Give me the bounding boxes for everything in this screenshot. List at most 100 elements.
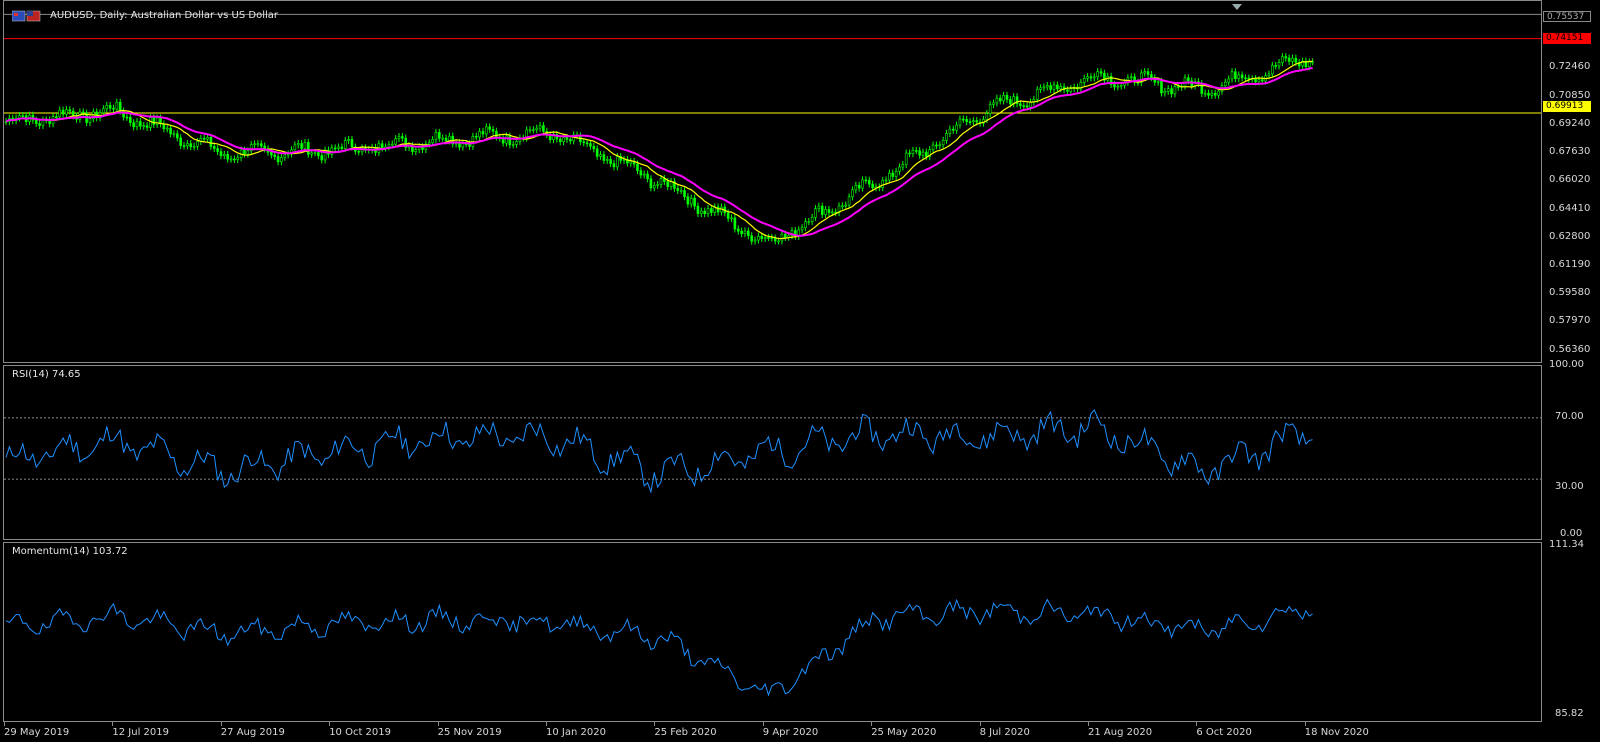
- candle-body: [683, 190, 686, 197]
- rsi-level-100: 100.00: [1549, 359, 1584, 370]
- candle-body: [706, 208, 710, 214]
- price-axis-label: 0.56360: [1549, 343, 1591, 355]
- fast-moving-average-line: [5, 60, 1313, 240]
- rsi-pane[interactable]: RSI(14) 74.65: [3, 365, 1542, 540]
- candle-body: [256, 143, 260, 146]
- price-chart-pane[interactable]: AUDUSD, Daily: Australian Dollar vs US D…: [3, 0, 1542, 363]
- candle-body: [357, 150, 360, 153]
- candle-body: [397, 136, 401, 139]
- candle-body: [773, 237, 777, 242]
- candle-body: [243, 149, 246, 155]
- candle-body: [108, 105, 112, 109]
- candle-body: [1052, 84, 1056, 90]
- candle-body: [891, 172, 895, 177]
- price-chart-canvas[interactable]: [4, 1, 1542, 363]
- candle-body: [636, 163, 639, 171]
- candle-body: [1146, 71, 1150, 75]
- candle-body: [780, 233, 784, 242]
- candle-body: [1176, 86, 1180, 88]
- candle-body: [679, 190, 683, 192]
- candle-body: [948, 128, 952, 134]
- candle-body: [884, 179, 888, 182]
- candle-body: [1096, 71, 1099, 78]
- candle-body: [1039, 87, 1042, 90]
- candle-body: [135, 121, 139, 128]
- candle-body: [710, 208, 713, 213]
- time-axis-tick: [871, 722, 873, 726]
- candle-body: [629, 161, 633, 164]
- candle-body: [387, 144, 391, 148]
- candle-body: [726, 212, 730, 219]
- candle-body: [814, 208, 817, 218]
- candle-body: [1307, 61, 1311, 68]
- candle-body: [401, 136, 404, 139]
- candle-body: [736, 228, 740, 232]
- time-axis-tick: [220, 722, 222, 726]
- candle-body: [861, 179, 864, 189]
- candle-body: [347, 139, 350, 141]
- momentum-level-max: 111.34: [1549, 539, 1584, 550]
- candle-body: [1150, 74, 1153, 78]
- candle-body: [1045, 85, 1049, 88]
- rsi-level-0: 0.00: [1560, 528, 1583, 539]
- momentum-label: Momentum(14) 103.72: [12, 546, 128, 557]
- candle-body: [1129, 76, 1133, 79]
- candle-body: [434, 132, 438, 140]
- candle-body: [340, 146, 344, 149]
- candle-body: [810, 216, 814, 222]
- candle-body: [1277, 62, 1281, 67]
- chart-shift-marker-icon[interactable]: [1232, 4, 1242, 10]
- candle-body: [1049, 85, 1052, 90]
- price-axis-label: 0.64410: [1549, 202, 1591, 214]
- candle-body: [945, 133, 948, 141]
- momentum-canvas[interactable]: [4, 543, 1542, 722]
- candle-body: [1163, 91, 1167, 94]
- candle-body: [908, 152, 911, 155]
- rsi-canvas[interactable]: [4, 366, 1542, 540]
- time-axis-label: 25 May 2020: [871, 727, 937, 738]
- candle-body: [888, 172, 891, 181]
- candle-body: [1116, 85, 1120, 88]
- yellow-line-price-tag: 0.69913: [1543, 101, 1591, 112]
- candle-body: [505, 135, 508, 144]
- price-axis-label: 0.70850: [1549, 89, 1591, 101]
- candle-body: [696, 205, 700, 214]
- candle-body: [1254, 78, 1257, 83]
- candle-body: [125, 116, 129, 119]
- candle-body: [901, 164, 905, 168]
- candle-body: [270, 151, 273, 156]
- candle-body: [1099, 71, 1103, 74]
- red-line-price-tag: 0.74151: [1543, 33, 1591, 44]
- candle-body: [152, 117, 156, 125]
- candle-body: [753, 239, 757, 242]
- candle-body: [461, 143, 465, 148]
- candle-body: [760, 235, 764, 239]
- candle-body: [824, 209, 827, 215]
- time-axis-label: 6 Oct 2020: [1196, 727, 1252, 738]
- candle-body: [1066, 89, 1069, 92]
- momentum-pane[interactable]: Momentum(14) 103.72: [3, 542, 1542, 722]
- candle-body: [911, 150, 915, 154]
- candle-body: [1005, 94, 1009, 100]
- candle-body: [444, 137, 448, 142]
- candle-body: [1203, 92, 1207, 95]
- candle-body: [259, 143, 263, 147]
- candle-body: [196, 141, 199, 147]
- candle-body: [847, 196, 851, 206]
- candle-body: [689, 197, 693, 205]
- candle-body: [182, 145, 186, 147]
- time-axis-tick: [654, 722, 656, 726]
- time-axis-label: 12 Jul 2019: [112, 727, 169, 738]
- candle-body: [1170, 88, 1173, 95]
- candle-body: [1271, 65, 1274, 75]
- candle-body: [41, 119, 45, 126]
- candle-body: [1173, 86, 1177, 95]
- candle-body: [542, 125, 545, 132]
- candle-body: [253, 143, 256, 146]
- candle-body: [169, 127, 172, 135]
- candle-body: [612, 163, 616, 168]
- candle-body: [1224, 81, 1227, 87]
- time-axis-tick: [1088, 722, 1089, 726]
- candle-body: [844, 204, 848, 207]
- candle-body: [21, 115, 25, 117]
